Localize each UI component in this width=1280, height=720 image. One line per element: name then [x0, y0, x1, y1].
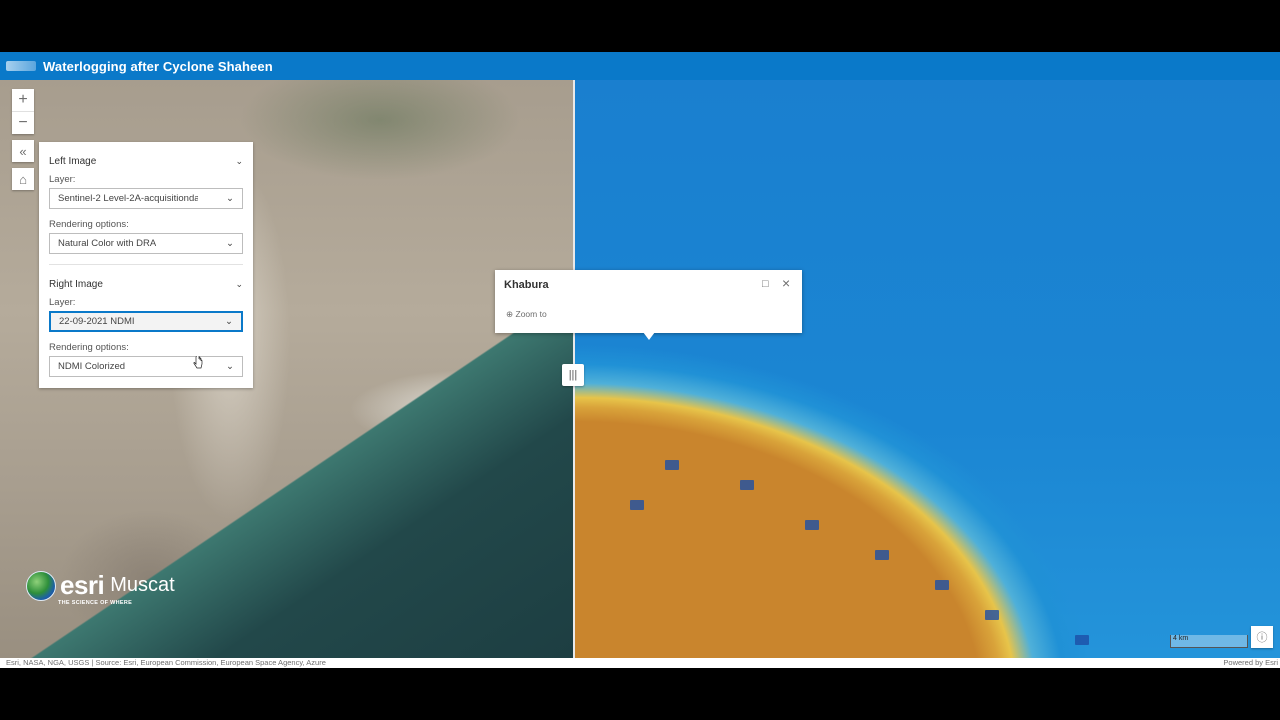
chevron-down-icon: ⌄	[225, 316, 233, 327]
left-render-label: Rendering options:	[49, 219, 129, 230]
right-layer-value: 22-09-2021 NDMI	[59, 316, 135, 327]
ndmi-patch	[935, 580, 949, 590]
left-layer-select[interactable]: Sentinel-2 Level-2A-acquisitiondate ⌄	[49, 188, 243, 209]
scale-label: 4 km	[1173, 635, 1189, 642]
hand-cursor-icon	[193, 356, 203, 369]
chevron-down-icon[interactable]: ⌄	[235, 156, 243, 167]
right-image-ndmi	[575, 80, 1280, 658]
esri-muscat-logo: esri Muscat THE SCIENCE OF WHERE	[26, 570, 175, 606]
logo-tagline: THE SCIENCE OF WHERE	[58, 600, 133, 606]
ndmi-patch	[805, 520, 819, 530]
popup-pointer	[643, 332, 655, 340]
close-icon[interactable]: ×	[782, 275, 790, 291]
ndmi-patch	[985, 610, 999, 620]
right-image-section: Right Image ⌄ Layer: 22-09-2021 NDMI ⌄ R…	[49, 273, 243, 377]
right-render-value: NDMI Colorized	[58, 361, 126, 372]
zoom-out-button[interactable]: −	[12, 111, 34, 134]
scale-bar: 4 km	[1170, 635, 1248, 648]
logo-city: Muscat	[110, 574, 175, 596]
zoom-to-icon: ⊕	[506, 309, 514, 319]
collapse-panel-button[interactable]: «	[12, 140, 34, 162]
left-render-select[interactable]: Natural Color with DRA ⌄	[49, 233, 243, 254]
feature-popup: Khabura □ × ⊕ Zoom to	[495, 270, 802, 340]
right-render-select[interactable]: NDMI Colorized ⌄	[49, 356, 243, 377]
right-layer-select[interactable]: 22-09-2021 NDMI ⌄	[49, 311, 243, 332]
left-layer-value: Sentinel-2 Level-2A-acquisitiondate	[58, 193, 198, 204]
zoom-to-button[interactable]: ⊕ Zoom to	[506, 309, 547, 320]
ndmi-patch	[1075, 635, 1089, 645]
logo-word: esri	[60, 570, 105, 600]
right-layer-label: Layer:	[49, 297, 76, 308]
powered-by-esri[interactable]: Powered by Esri	[1223, 658, 1278, 667]
app-title: Waterlogging after Cyclone Shaheen	[43, 58, 273, 74]
ndmi-patch	[740, 480, 754, 490]
zoom-to-label: Zoom to	[515, 309, 547, 319]
right-render-label: Rendering options:	[49, 342, 129, 353]
attribution-bar: Esri, NASA, NGA, USGS | Source: Esri, Eu…	[0, 658, 1280, 668]
app-frame: Waterlogging after Cyclone Shaheen ||| +…	[0, 52, 1280, 668]
app-logo	[6, 61, 36, 71]
ndmi-patch	[665, 460, 679, 470]
ndmi-patch	[875, 550, 889, 560]
right-image-heading: Right Image	[49, 278, 103, 290]
chevron-down-icon: ⌄	[226, 238, 234, 249]
app-header: Waterlogging after Cyclone Shaheen	[0, 52, 1280, 80]
dock-icon[interactable]: □	[762, 278, 769, 290]
left-image-heading: Left Image	[49, 155, 97, 167]
left-layer-label: Layer:	[49, 174, 76, 185]
swipe-handle[interactable]: |||	[562, 364, 584, 386]
left-render-value: Natural Color with DRA	[58, 238, 157, 249]
info-icon[interactable]: ⓘ	[1251, 626, 1273, 648]
zoom-control: + −	[12, 89, 34, 134]
chevron-down-icon: ⌄	[226, 193, 234, 204]
popup-title: Khabura	[504, 279, 549, 291]
map-view[interactable]: ||| + − « ⌂ Left Image ⌄ Layer: Sentinel…	[0, 80, 1280, 658]
left-image-section: Left Image ⌄ Layer: Sentinel-2 Level-2A-…	[49, 150, 243, 254]
zoom-in-button[interactable]: +	[12, 89, 34, 111]
left-image-header[interactable]: Left Image ⌄	[49, 150, 243, 172]
chevron-down-icon: ⌄	[226, 361, 234, 372]
image-swipe-panel: Left Image ⌄ Layer: Sentinel-2 Level-2A-…	[39, 142, 253, 388]
globe-icon	[26, 570, 56, 601]
ndmi-patch	[630, 500, 644, 510]
home-button[interactable]: ⌂	[12, 168, 34, 190]
attribution-text: Esri, NASA, NGA, USGS | Source: Esri, Eu…	[6, 658, 326, 667]
section-divider	[49, 264, 243, 265]
chevron-down-icon[interactable]: ⌄	[235, 279, 243, 290]
right-image-header[interactable]: Right Image ⌄	[49, 273, 243, 295]
